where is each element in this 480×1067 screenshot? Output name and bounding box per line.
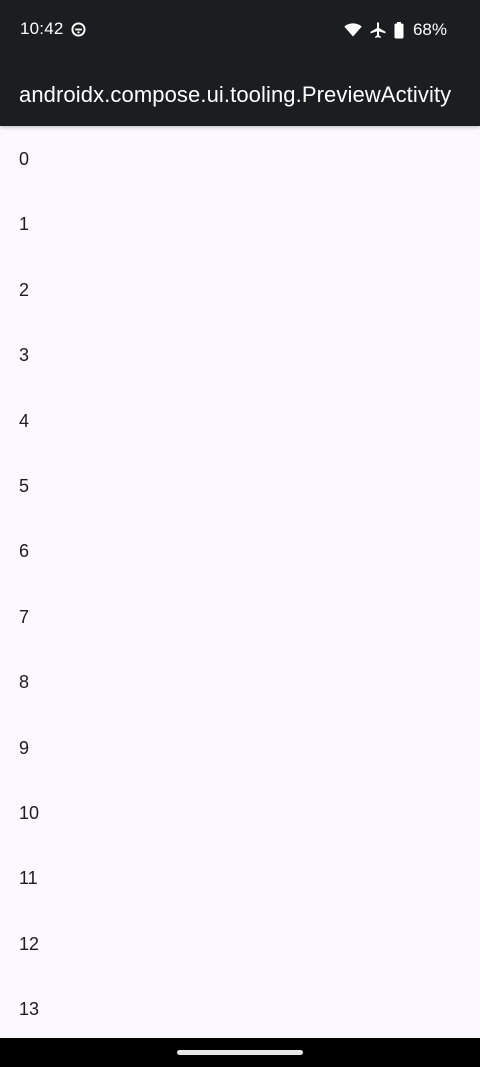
- list-item: 5: [19, 475, 30, 496]
- list-item: 0: [19, 149, 30, 169]
- status-icons: 68%: [344, 18, 447, 42]
- list-item: 8: [19, 672, 30, 693]
- list-item: 7: [19, 606, 30, 627]
- list-item: 10: [19, 802, 40, 823]
- battery-icon: [394, 21, 404, 38]
- status-time: 10:42: [20, 19, 64, 38]
- app-bar: androidx.compose.ui.tooling.PreviewActiv…: [0, 62, 480, 126]
- wifi-icon: [344, 23, 362, 37]
- number-list[interactable]: 0 1 2 3 4 5 6 7 8 9 10 11 12 13: [0, 126, 480, 1038]
- app-title: androidx.compose.ui.tooling.PreviewActiv…: [19, 82, 452, 107]
- list-item: 1: [19, 214, 30, 235]
- gesture-handle[interactable]: [177, 1050, 303, 1055]
- list-item: 6: [19, 541, 30, 562]
- app-notification-icon: [71, 22, 86, 37]
- status-bar: 10:42 68%: [0, 0, 480, 62]
- navigation-bar: [0, 1038, 480, 1067]
- list-item: 4: [19, 410, 30, 431]
- list-item: 12: [19, 933, 40, 954]
- list-item: 9: [19, 737, 30, 758]
- airplane-icon: [370, 21, 386, 38]
- list-item: 11: [19, 868, 38, 889]
- battery-percentage: 68%: [412, 20, 447, 39]
- list-item: 3: [19, 345, 30, 366]
- list-item: 2: [19, 279, 30, 300]
- list-item: 13: [19, 999, 40, 1020]
